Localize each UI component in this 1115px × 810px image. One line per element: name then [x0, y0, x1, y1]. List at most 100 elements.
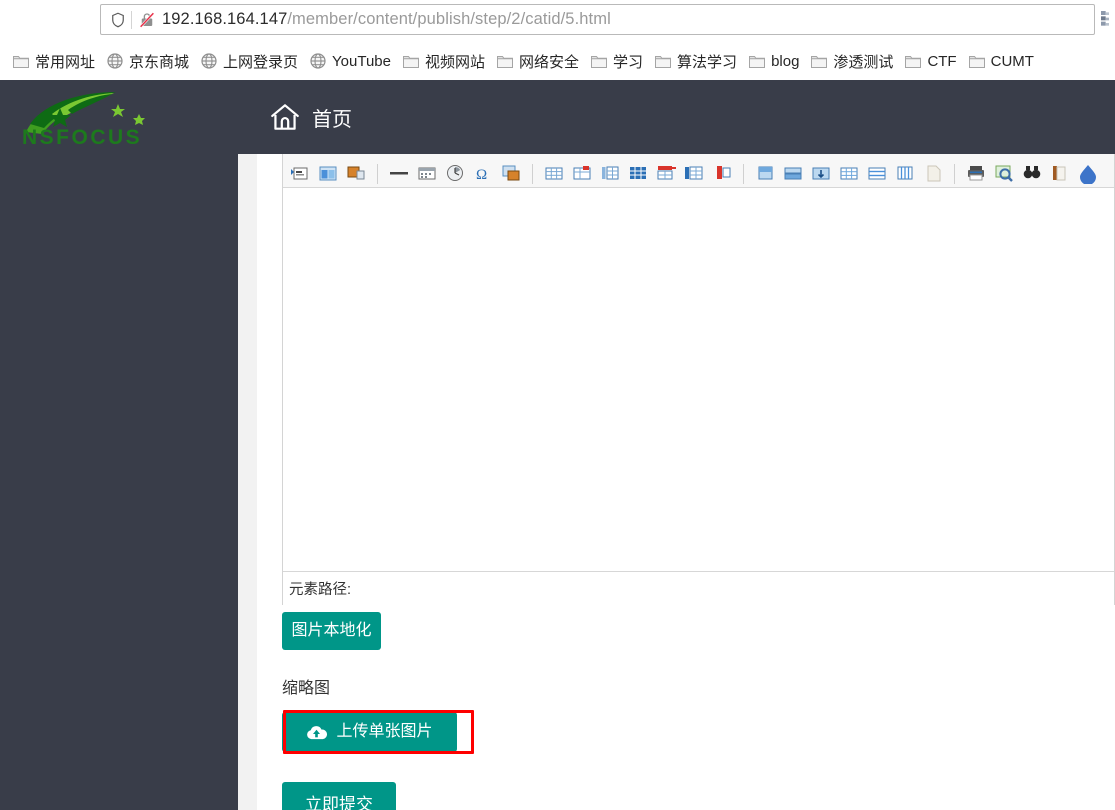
bookmark-item[interactable]: 上网登录页	[196, 48, 305, 74]
localize-images-button[interactable]: 图片本地化	[282, 612, 381, 650]
merge-right-icon[interactable]	[838, 162, 860, 184]
bookmark-item[interactable]: 京东商城	[102, 48, 196, 74]
svg-text:Ω: Ω	[476, 167, 487, 183]
bookmark-label: 视频网站	[425, 53, 486, 71]
insert-row-icon[interactable]	[627, 162, 649, 184]
globe-icon	[309, 52, 327, 70]
url-host: 192.168.164.147	[162, 10, 288, 28]
content-gutter	[238, 154, 257, 810]
bookmark-item[interactable]: CUMT	[964, 48, 1041, 74]
folder-icon	[496, 52, 514, 70]
site-header: NSFOCUS 首页	[0, 80, 1115, 154]
delete-row-icon[interactable]	[655, 162, 677, 184]
folder-icon	[590, 52, 608, 70]
bookmark-label: CTF	[927, 52, 957, 70]
upload-single-image-label: 上传单张图片	[336, 723, 433, 740]
nav-item-home-label: 首页	[312, 108, 352, 131]
bookmark-label: 学习	[613, 53, 644, 71]
print-icon[interactable]	[965, 162, 987, 184]
upload-single-image-button[interactable]: 上传单张图片	[282, 712, 457, 752]
toolbar-separator	[743, 164, 744, 184]
horizontal-rule-icon[interactable]	[388, 162, 410, 184]
bookmark-item[interactable]: 渗透测试	[806, 48, 900, 74]
bookmark-label: 上网登录页	[223, 53, 299, 71]
globe-icon	[106, 52, 124, 70]
url-bar-row: 192.168.164.147/member/content/publish/s…	[0, 0, 1115, 40]
nsfocus-logo[interactable]: NSFOCUS	[8, 86, 188, 149]
folder-icon	[402, 52, 420, 70]
folder-icon	[748, 52, 766, 70]
globe-icon	[200, 52, 218, 70]
special-char-icon[interactable]: Ω	[472, 162, 494, 184]
rich-text-editor: Ω 元素路径:	[282, 154, 1115, 605]
bookmark-item[interactable]: CTF	[900, 48, 963, 74]
insert-template-icon[interactable]	[289, 162, 311, 184]
toolbar-separator	[532, 164, 533, 184]
bookmark-item[interactable]: 常用网址	[8, 48, 102, 74]
shield-icon[interactable]	[107, 9, 129, 31]
insert-image-layout-icon[interactable]	[345, 162, 367, 184]
not-secure-slashed-lock-icon[interactable]	[137, 10, 157, 30]
sidebar	[0, 154, 238, 810]
split-row-icon[interactable]	[782, 162, 804, 184]
bookmark-label: 网络安全	[519, 53, 580, 71]
split-col-icon[interactable]	[810, 162, 832, 184]
bookmark-item[interactable]: 网络安全	[492, 48, 586, 74]
nav-item-home[interactable]: 首页	[268, 96, 352, 138]
merge-down-icon[interactable]	[866, 162, 888, 184]
background-image-icon[interactable]	[500, 162, 522, 184]
folder-icon	[904, 52, 922, 70]
bookmark-label: blog	[771, 52, 800, 70]
svg-text:NSFOCUS: NSFOCUS	[22, 126, 142, 148]
toolbar-separator	[954, 164, 955, 184]
folder-icon	[12, 52, 30, 70]
insert-layout-icon[interactable]	[317, 162, 339, 184]
delete-col-icon[interactable]	[683, 162, 705, 184]
element-path-label: 元素路径:	[289, 582, 352, 598]
address-bar-divider	[131, 10, 132, 29]
color-fill-icon[interactable]	[1077, 162, 1099, 185]
insert-table-icon[interactable]	[543, 162, 565, 184]
editor-content-area[interactable]	[283, 188, 1114, 571]
bookmark-item[interactable]: 算法学习	[650, 48, 744, 74]
submit-button[interactable]: 立即提交	[282, 782, 396, 810]
split-cell-icon[interactable]	[754, 162, 776, 184]
paint-icon[interactable]	[1049, 162, 1071, 184]
bookmark-label: 京东商城	[129, 53, 190, 71]
blank-page-icon[interactable]	[922, 162, 944, 184]
bookmarks-bar: 常用网址 京东商城 上网登录页 YouTube 视频网站 网络安全 学习 算法学习 blog 渗透…	[0, 42, 1115, 80]
toolbar-separator	[377, 164, 378, 184]
bookmark-label: 算法学习	[677, 53, 738, 71]
delete-table-icon[interactable]	[571, 162, 593, 184]
folder-icon	[654, 52, 672, 70]
bookmark-item[interactable]: YouTube	[305, 48, 398, 74]
insert-col-left-icon[interactable]	[599, 162, 621, 184]
time-icon[interactable]	[444, 162, 466, 184]
bookmark-label: 常用网址	[35, 53, 96, 71]
url-path: /member/content/publish/step/2/catid/5.h…	[287, 10, 611, 28]
bookmark-item[interactable]: blog	[744, 48, 806, 74]
merge-cells-icon[interactable]	[711, 162, 733, 184]
url-text: 192.168.164.147/member/content/publish/s…	[162, 10, 611, 29]
search-replace-icon[interactable]	[1021, 162, 1043, 184]
folder-icon	[968, 52, 986, 70]
folder-icon	[810, 52, 828, 70]
extension-icon[interactable]	[1097, 6, 1113, 32]
bookmark-item[interactable]: 视频网站	[398, 48, 492, 74]
bookmark-item[interactable]: 学习	[586, 48, 650, 74]
address-bar[interactable]: 192.168.164.147/member/content/publish/s…	[100, 4, 1095, 35]
date-icon[interactable]	[416, 162, 438, 184]
browser-chrome: 192.168.164.147/member/content/publish/s…	[0, 0, 1115, 80]
web-page: NSFOCUS 首页 Ω 元素路径: 图片本地化 缩略图 上传单张图片 立即提交	[0, 80, 1115, 810]
thumbnail-section-label: 缩略图	[282, 680, 331, 697]
table-sort-icon[interactable]	[894, 162, 916, 184]
bookmark-label: 渗透测试	[833, 53, 894, 71]
house-icon	[268, 100, 302, 134]
cloud-upload-icon	[306, 724, 328, 741]
bookmark-label: YouTube	[332, 52, 391, 70]
main-content: Ω 元素路径: 图片本地化 缩略图 上传单张图片 立即提交	[257, 154, 1115, 810]
preview-icon[interactable]	[993, 162, 1015, 184]
editor-toolbar: Ω	[283, 154, 1114, 188]
element-path-bar: 元素路径:	[283, 571, 1114, 605]
bookmark-label: CUMT	[990, 52, 1034, 70]
